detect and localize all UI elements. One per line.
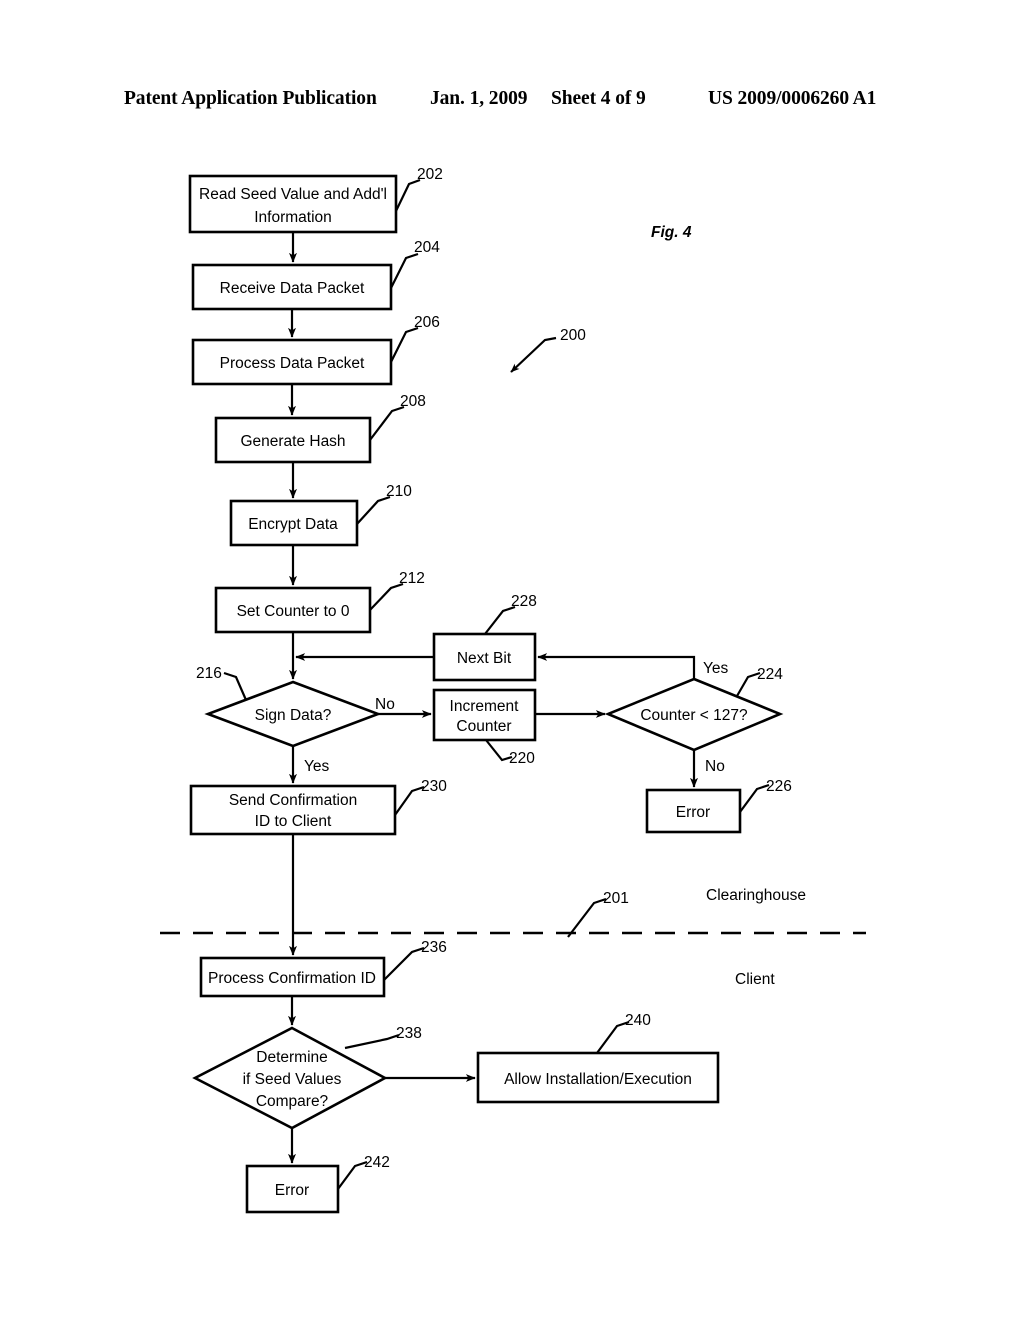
node-encrypt-data[interactable]: Encrypt Data [229,499,359,547]
node-error-client-label: Error [275,1182,309,1199]
ref-230-label: 230 [421,778,447,795]
edge-label-sign-data-no: No [375,696,395,713]
node-increment-counter-line2: Counter [456,718,511,735]
node-receive-data-packet-label: Receive Data Packet [220,280,365,297]
node-increment-counter[interactable]: Increment Counter [432,688,537,742]
node-send-confirmation-id[interactable]: Send Confirmation ID to Client [189,784,397,836]
ref-238: 238 [344,1025,422,1050]
ref-216-label: 216 [196,665,222,682]
ref-220: 220 [485,739,535,767]
ref-212-label: 212 [399,570,425,587]
node-read-seed-value[interactable]: Read Seed Value and Add'l Information [188,174,398,234]
node-read-seed-value-line2: Information [254,209,332,226]
node-seed-compare-line2: if Seed Values [243,1071,342,1088]
node-receive-data-packet[interactable]: Receive Data Packet [191,263,393,311]
ref-230: 230 [394,778,447,816]
node-seed-compare-line1: Determine [256,1049,328,1066]
ref-220-label: 220 [509,750,535,767]
ref-206-label: 206 [414,314,440,331]
node-error-clearinghouse-label: Error [676,804,710,821]
node-counter-limit-label: Counter < 127? [640,707,748,724]
node-send-confirmation-line2: ID to Client [255,813,332,830]
ref-224-label: 224 [757,666,783,683]
ref-204: 204 [390,239,440,289]
node-set-counter-zero[interactable]: Set Counter to 0 [214,586,372,634]
node-process-data-packet[interactable]: Process Data Packet [191,338,393,386]
node-sign-data-decision[interactable]: Sign Data? [204,680,382,748]
zone-label-client: Client [735,971,775,988]
ref-238-label: 238 [396,1025,422,1042]
ref-212: 212 [369,570,425,611]
node-next-bit[interactable]: Next Bit [432,632,537,682]
patent-figure-page: Patent Application Publication Jan. 1, 2… [0,0,1024,1320]
ref-208-label: 208 [400,393,426,410]
diagram-ref-200: 200 [510,327,586,373]
ref-240-label: 240 [625,1012,651,1029]
ref-201-label: 201 [603,890,629,907]
node-increment-counter-line1: Increment [450,698,520,715]
ref-210: 210 [356,483,412,525]
ref-202-label: 202 [417,166,443,183]
edge-label-counter-yes: Yes [703,660,729,677]
ref-236: 236 [383,939,447,981]
ref-201: 201 [567,890,629,938]
figure-label: Fig. 4 [651,224,692,241]
node-send-confirmation-line1: Send Confirmation [229,792,357,809]
node-process-confirmation-id-label: Process Confirmation ID [208,970,376,987]
node-allow-installation-label: Allow Installation/Execution [504,1071,692,1088]
node-encrypt-data-label: Encrypt Data [248,516,338,533]
ref-208: 208 [369,393,426,441]
ref-210-label: 210 [386,483,412,500]
edge-label-sign-data-yes: Yes [304,758,330,775]
node-seed-compare-line3: Compare? [256,1093,329,1110]
edge-counter-yes-to-nextbit [537,653,696,679]
ref-240: 240 [596,1012,651,1054]
node-sign-data-label: Sign Data? [255,707,332,724]
ref-216: 216 [196,665,248,701]
node-next-bit-label: Next Bit [457,650,512,667]
ref-228-label: 228 [511,593,537,610]
node-allow-installation[interactable]: Allow Installation/Execution [476,1051,720,1104]
ref-224: 224 [736,666,783,697]
node-set-counter-zero-label: Set Counter to 0 [237,603,350,620]
edge-label-counter-no: No [705,758,725,775]
node-error-clearinghouse[interactable]: Error [645,788,742,834]
node-error-client[interactable]: Error [245,1164,340,1214]
ref-204-label: 204 [414,239,440,256]
node-counter-limit-decision[interactable]: Counter < 127? [604,677,784,752]
ref-202: 202 [395,166,443,212]
ref-206: 206 [390,314,440,363]
node-seed-compare-decision[interactable]: Determine if Seed Values Compare? [192,1026,388,1130]
ref-236-label: 236 [421,939,447,956]
node-read-seed-value-line1: Read Seed Value and Add'l [199,186,387,203]
zone-label-clearinghouse: Clearinghouse [706,887,806,904]
node-process-confirmation-id[interactable]: Process Confirmation ID [199,956,386,998]
ref-228: 228 [484,593,537,635]
ref-242-label: 242 [364,1154,390,1171]
node-generate-hash-label: Generate Hash [240,433,345,450]
flowchart: Fig. 4 200 Read Seed Value and Add'l Inf… [160,166,866,1214]
node-generate-hash[interactable]: Generate Hash [214,416,372,464]
node-process-data-packet-label: Process Data Packet [220,355,365,372]
diagram-ref-200-label: 200 [560,327,586,344]
ref-226: 226 [739,778,792,813]
ref-242: 242 [337,1154,390,1190]
ref-226-label: 226 [766,778,792,795]
